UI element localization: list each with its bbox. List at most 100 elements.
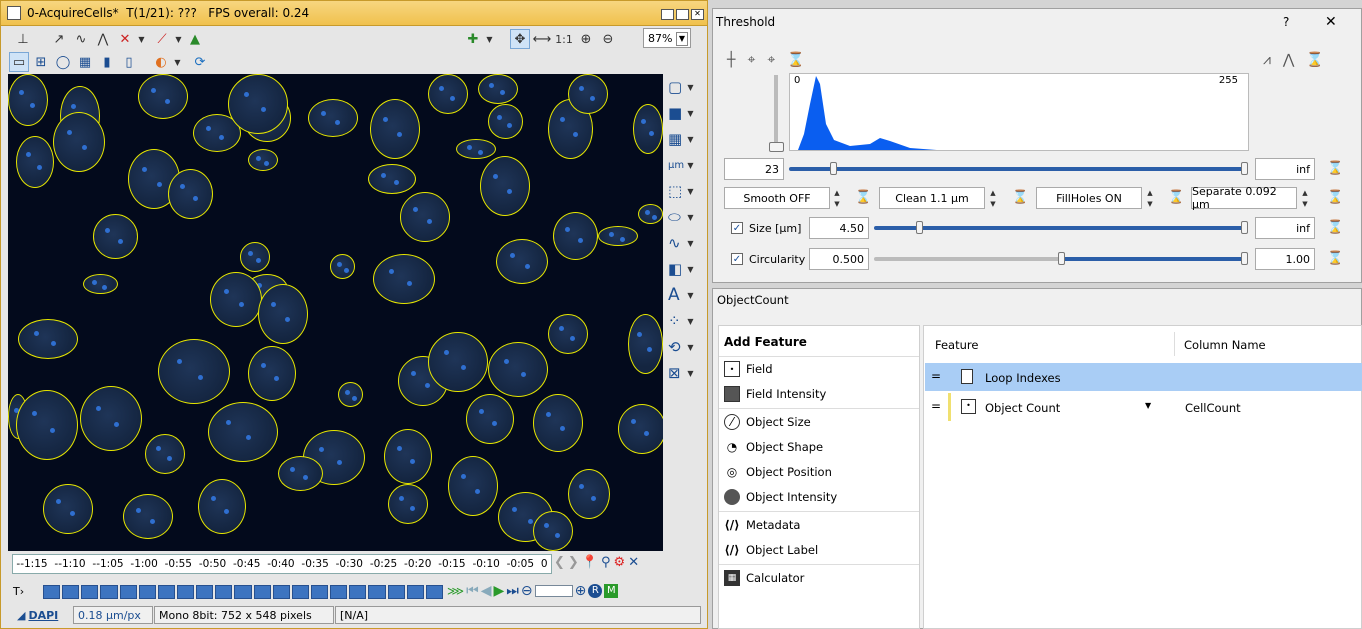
circularity-min-field[interactable]: 0.500 [809, 248, 869, 270]
smooth-field[interactable]: Smooth OFF [724, 187, 830, 209]
frame-segment[interactable] [234, 585, 252, 599]
clean-spinner[interactable]: ▲ ▼ [987, 187, 999, 209]
fillholes-field[interactable]: FillHoles ON [1036, 187, 1142, 209]
frame-segment[interactable] [176, 585, 195, 599]
zoom-one-to-one-button[interactable]: 1:1 [554, 29, 574, 49]
frame-segment[interactable] [138, 585, 156, 599]
filled-rectangle-tool-icon[interactable]: ■ ▼ [665, 100, 697, 126]
threshold-clear-icon[interactable]: ⌛ [1327, 161, 1343, 176]
size-max-field[interactable]: inf [1255, 217, 1315, 239]
frame-segment[interactable] [62, 585, 80, 599]
circularity-clear-icon[interactable]: ⌛ [1327, 251, 1343, 266]
chevron-down-icon[interactable]: ▼ [174, 35, 183, 44]
chevron-down-icon[interactable]: ▼ [1145, 401, 1151, 410]
chevron-down-icon[interactable]: ▼ [137, 35, 146, 44]
speed-slider[interactable] [534, 585, 573, 597]
frame-segment[interactable] [310, 585, 329, 599]
size-clear-icon[interactable]: ⌛ [1327, 220, 1343, 235]
separate-spinner[interactable]: ▲ ▼ [1299, 187, 1311, 209]
frame-segment[interactable] [406, 585, 424, 599]
chevron-down-icon[interactable]: ▼ [485, 35, 494, 44]
circularity-max-field[interactable]: 1.00 [1255, 248, 1315, 270]
vertical-slider-knob[interactable] [769, 142, 784, 152]
size-range-track[interactable] [874, 226, 1247, 230]
threshold-low-field[interactable]: 23 [724, 158, 784, 180]
settings-gear-icon[interactable]: ⚙ [614, 555, 626, 570]
frame-segment[interactable] [349, 585, 367, 599]
threshold-close-button[interactable]: ✕ [1325, 14, 1337, 30]
image-view[interactable] [8, 74, 663, 551]
lut-icon[interactable]: ⟋ [152, 29, 172, 49]
size-checkbox[interactable]: ✓ [731, 222, 743, 234]
text-annotation-icon[interactable]: A ▼ [665, 282, 697, 308]
frame-strip[interactable] [43, 585, 443, 599]
size-min-field[interactable]: 4.50 [809, 217, 869, 239]
vertical-slider[interactable] [774, 75, 778, 149]
close-button[interactable]: ✕ [691, 9, 704, 20]
split-view-icon[interactable]: ⊞ [31, 52, 51, 72]
threshold-low-knob[interactable] [830, 162, 837, 175]
arrow-tool-icon[interactable]: ↗ [49, 29, 69, 49]
frame-segment[interactable] [196, 585, 214, 599]
profile-tool-icon[interactable]: ⋀ [93, 29, 113, 49]
no-overlay-icon[interactable]: ⊠ ▼ [665, 360, 697, 386]
histogram-mode-icon[interactable]: ⋀ [1283, 52, 1294, 68]
loop-icon[interactable]: ⋙ [447, 584, 464, 598]
feature-metadata[interactable]: ⟨/⟩ Metadata [719, 514, 919, 536]
frame-segment[interactable] [215, 585, 233, 599]
threshold-high-field[interactable]: inf [1255, 158, 1315, 180]
zoom-out-icon[interactable]: ⊖ [598, 29, 618, 49]
frame-segment[interactable] [387, 585, 405, 599]
stack-view-icon[interactable]: ▮ [97, 52, 117, 72]
threshold-range-track[interactable] [789, 167, 1245, 171]
chevron-down-icon[interactable]: ▼ [173, 58, 182, 67]
crosshair-icon[interactable]: ┼ [727, 52, 735, 68]
ellipse-tool-icon[interactable]: ⬭ ▼ [665, 204, 697, 230]
feature-object-shape[interactable]: ◔ Object Shape [719, 436, 919, 458]
smooth-clear-icon[interactable]: ⌛ [855, 190, 871, 205]
channel-overlay-icon[interactable]: ◧ ▼ [665, 256, 697, 282]
channel-color-icon[interactable]: ◐ [151, 52, 171, 72]
clean-field[interactable]: Clean 1.1 µm [879, 187, 985, 209]
clean-clear-icon[interactable]: ⌛ [1012, 190, 1028, 205]
size-min-knob[interactable] [916, 221, 923, 234]
dots-tool-icon[interactable]: ⁘ ▼ [665, 308, 697, 334]
pick-low-icon[interactable]: ⌖ [747, 52, 755, 68]
size-max-knob[interactable] [1241, 221, 1248, 234]
frame-segment[interactable] [157, 585, 175, 599]
threshold-high-knob[interactable] [1241, 162, 1248, 175]
pin-red-icon[interactable]: 📍 [582, 555, 598, 570]
play-backward-icon[interactable]: ◀ [481, 583, 492, 599]
frame-segment[interactable] [100, 585, 118, 599]
feature-object-size[interactable]: ⁄ Object Size [719, 411, 919, 433]
reset-right-icon[interactable]: ⌛ [1306, 52, 1323, 68]
separate-clear-icon[interactable]: ⌛ [1327, 190, 1343, 205]
maximize-button[interactable] [676, 9, 689, 20]
objects-icon[interactable]: ▲ [185, 29, 205, 49]
speed-plus-icon[interactable]: ⊕ [575, 583, 587, 599]
play-icon[interactable]: ▶ [493, 583, 504, 599]
drag-handle[interactable]: = [931, 369, 941, 383]
fillholes-spinner[interactable]: ▲ ▼ [1144, 187, 1156, 209]
circularity-max-knob[interactable] [1241, 252, 1248, 265]
clear-icon[interactable]: ✕ [628, 555, 639, 570]
frame-segment[interactable] [291, 585, 309, 599]
acquire-settings-icon[interactable]: ⊥ [13, 29, 33, 49]
timeline[interactable]: --1:15 --1:10 --1:05 -1:00 -0:55 -0:50 -0:45 -0… [12, 554, 552, 574]
separate-field[interactable]: Separate 0.092 µm [1191, 185, 1297, 211]
zoom-in-icon[interactable]: ⊕ [576, 29, 596, 49]
frame-segment[interactable] [330, 585, 348, 599]
volume-view-icon[interactable]: ▯ [119, 52, 139, 72]
first-frame-icon[interactable]: ⏮ [466, 583, 479, 599]
fillholes-clear-icon[interactable]: ⌛ [1168, 190, 1184, 205]
frame-segment[interactable] [425, 585, 443, 599]
auto-threshold-icon[interactable]: ⩘ [1263, 52, 1271, 68]
fit-width-icon[interactable]: ⟷ [532, 29, 552, 49]
table-row[interactable]: = Loop Indexes [925, 363, 1362, 391]
delete-tool-icon[interactable]: ✕ [115, 29, 135, 49]
channel-tab-dapi[interactable]: DAPI [28, 609, 58, 622]
frame-segment[interactable] [272, 585, 290, 599]
histogram[interactable]: 0 255 [789, 73, 1249, 151]
fit-to-window-icon[interactable]: ✥ [510, 29, 530, 49]
row-column-name[interactable]: CellCount [1185, 401, 1241, 415]
